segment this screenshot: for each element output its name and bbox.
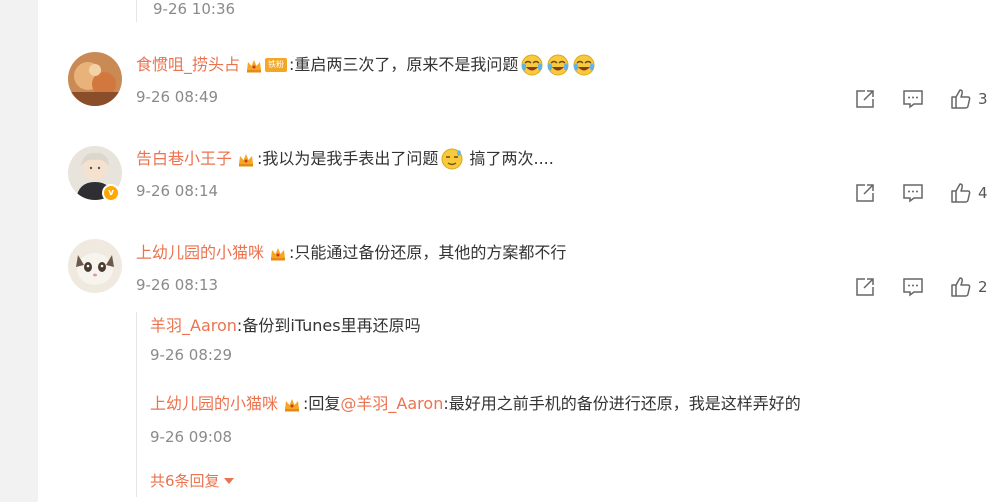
laugh-cry-emoji-icon (546, 53, 570, 77)
username-link[interactable]: 上幼儿园的小猫咪 (136, 241, 264, 265)
share-icon[interactable] (854, 88, 876, 110)
reply-line: 上幼儿园的小猫咪 :回复 @羊羽_Aaron :最好用之前手机的备份进行还原，我… (150, 392, 801, 416)
thumbs-up-icon[interactable] (950, 276, 972, 298)
comment-text: :只能通过备份还原，其他的方案都不行 (289, 243, 567, 262)
comment-text: :我以为是我手表出了问题 (257, 149, 439, 168)
comment-line: 上幼儿园的小猫咪 :只能通过备份还原，其他的方案都不行 (136, 241, 566, 265)
sweat-emoji-icon (440, 147, 464, 171)
comment-icon[interactable] (902, 182, 924, 204)
thumbs-up-icon[interactable] (950, 88, 972, 110)
more-replies-link[interactable]: 共6条回复 (150, 470, 234, 491)
reply-thread: 羊羽_Aaron :备份到iTunes里再还原吗 9-26 08:29 上幼儿园… (136, 312, 996, 497)
comment-list: 9-26 10:36 食惯咀_捞头占 铁粉 :重启两三次了，原来不是我问题 9-… (38, 0, 1000, 502)
username-link[interactable]: 告白巷小王子 (136, 147, 232, 171)
avatar[interactable] (68, 239, 122, 293)
comment-text: :重启两三次了，原来不是我问题 (289, 55, 519, 74)
comment-icon[interactable] (902, 88, 924, 110)
thread-divider (136, 0, 137, 22)
comment-actions: 2 (828, 276, 988, 298)
like-count: 4 (978, 184, 988, 202)
like-count: 2 (978, 278, 988, 296)
comment-actions: 3 (828, 88, 988, 110)
reply-timestamp: 9-26 08:29 (150, 346, 233, 364)
reply-line: 羊羽_Aaron :备份到iTunes里再还原吗 (150, 314, 421, 338)
laugh-cry-emoji-icon (520, 53, 544, 77)
more-replies-label: 共6条回复 (150, 472, 220, 490)
crown-icon (238, 151, 254, 167)
reply-prefix: :回复 (303, 394, 341, 413)
laugh-cry-emoji-icon (572, 53, 596, 77)
comment-text: 搞了两次.... (464, 149, 554, 168)
reply-item: 羊羽_Aaron :备份到iTunes里再还原吗 9-26 08:29 (150, 314, 421, 364)
thread-divider (136, 312, 137, 497)
comment-timestamp: 9-26 10:36 (153, 0, 236, 18)
comment-timestamp: 9-26 08:13 (136, 276, 219, 294)
reply-text: :最好用之前手机的备份进行还原，我是这样弄好的 (443, 394, 801, 413)
reply-text: :备份到iTunes里再还原吗 (236, 316, 421, 335)
comment-line: 食惯咀_捞头占 铁粉 :重启两三次了，原来不是我问题 (136, 53, 596, 77)
reply-item: 上幼儿园的小猫咪 :回复 @羊羽_Aaron :最好用之前手机的备份进行还原，我… (150, 392, 801, 446)
comment-timestamp: 9-26 08:14 (136, 182, 219, 200)
like-count: 3 (978, 90, 988, 108)
username-link[interactable]: 食惯咀_捞头占 (136, 53, 240, 77)
fan-badge: 铁粉 (265, 58, 288, 72)
comment-line: 告白巷小王子 :我以为是我手表出了问题 搞了两次.... (136, 147, 554, 171)
comment-actions: 4 (828, 182, 988, 204)
thumbs-up-icon[interactable] (950, 182, 972, 204)
verified-badge-icon: v (102, 184, 120, 202)
crown-icon (246, 57, 262, 73)
username-link[interactable]: 上幼儿园的小猫咪 (150, 392, 278, 416)
left-panel-edge (0, 0, 38, 502)
comment-icon[interactable] (902, 276, 924, 298)
chevron-down-icon (223, 477, 234, 484)
avatar[interactable] (68, 52, 122, 106)
mention-link[interactable]: @羊羽_Aaron (340, 392, 443, 416)
share-icon[interactable] (854, 276, 876, 298)
crown-icon (284, 396, 300, 412)
reply-timestamp: 9-26 09:08 (150, 428, 233, 446)
username-link[interactable]: 羊羽_Aaron (150, 314, 237, 338)
share-icon[interactable] (854, 182, 876, 204)
crown-icon (270, 245, 286, 261)
comment-timestamp: 9-26 08:49 (136, 88, 219, 106)
